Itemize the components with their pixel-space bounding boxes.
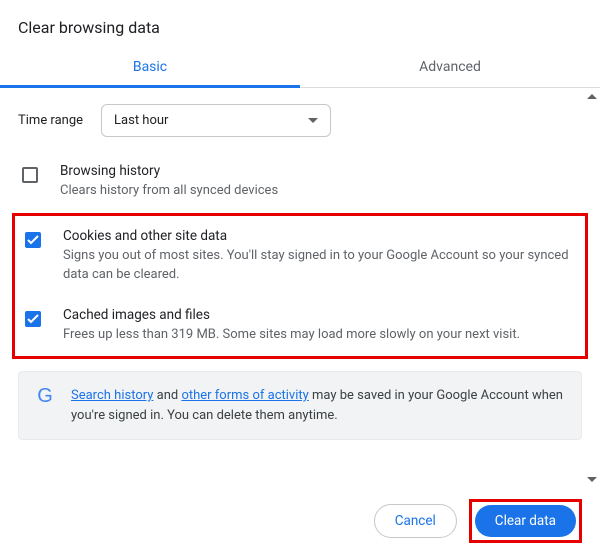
cancel-button[interactable]: Cancel (374, 504, 457, 538)
clear-data-button[interactable]: Clear data (475, 505, 576, 537)
timerange-label: Time range (18, 113, 83, 128)
checkbox-cache[interactable] (25, 311, 41, 327)
highlight-annotation-clear: Clear data (469, 499, 582, 543)
highlight-annotation-options: Cookies and other site data Signs you ou… (12, 213, 588, 360)
link-other-activity[interactable]: other forms of activity (181, 388, 308, 403)
option-cookies: Cookies and other site data Signs you ou… (21, 222, 579, 291)
google-logo-icon: G (35, 386, 55, 406)
option-text: Cookies and other site data Signs you ou… (63, 228, 575, 285)
dialog-content: Time range Last hour Browsing history Cl… (0, 88, 600, 450)
option-title: Cookies and other site data (63, 228, 575, 244)
checkbox-cookies[interactable] (25, 232, 41, 248)
option-desc: Frees up less than 319 MB. Some sites ma… (63, 325, 575, 345)
scroll-area: Time range Last hour Browsing history Cl… (0, 88, 600, 488)
option-cache: Cached images and files Frees up less th… (21, 301, 579, 351)
option-desc: Clears history from all synced devices (60, 181, 578, 201)
option-title: Cached images and files (63, 307, 575, 323)
timerange-row: Time range Last hour (18, 104, 582, 137)
info-mid: and (153, 388, 181, 403)
tab-basic[interactable]: Basic (0, 47, 300, 87)
checkbox-browsing-history[interactable] (22, 167, 38, 183)
timerange-select[interactable]: Last hour (101, 104, 331, 137)
scroll-up-icon (587, 94, 597, 99)
chevron-down-icon (308, 118, 318, 123)
info-text: Search history and other forms of activi… (71, 386, 565, 425)
tab-advanced[interactable]: Advanced (300, 47, 600, 87)
link-search-history[interactable]: Search history (71, 388, 153, 403)
option-text: Browsing history Clears history from all… (60, 163, 578, 201)
option-title: Browsing history (60, 163, 578, 179)
tabs: Basic Advanced (0, 47, 600, 88)
timerange-value: Last hour (114, 113, 168, 128)
google-account-info: G Search history and other forms of acti… (18, 371, 582, 440)
option-browsing-history: Browsing history Clears history from all… (18, 157, 582, 207)
option-desc: Signs you out of most sites. You'll stay… (63, 246, 575, 285)
scrollbar[interactable] (586, 94, 598, 482)
option-text: Cached images and files Frees up less th… (63, 307, 575, 345)
dialog-title: Clear browsing data (0, 0, 600, 47)
scroll-down-icon (587, 477, 597, 482)
dialog-footer: Cancel Clear data (374, 499, 582, 543)
